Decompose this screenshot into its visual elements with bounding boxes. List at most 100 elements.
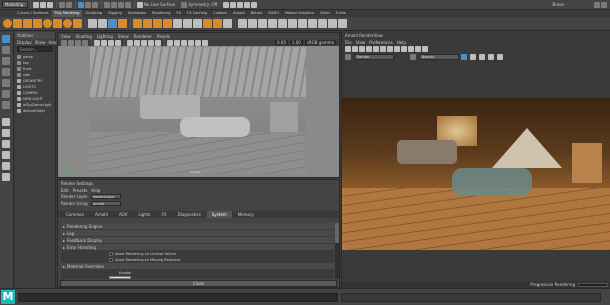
rs-tab-memory[interactable]: Memory: [233, 211, 259, 218]
aov-dropdown[interactable]: Beauty: [419, 54, 459, 60]
hypershade-layout-icon[interactable]: [2, 162, 10, 170]
film-gate-icon[interactable]: [101, 39, 107, 46]
viewport-menu-view[interactable]: View: [61, 34, 71, 39]
viewport-scene[interactable]: [90, 47, 306, 174]
poly-cone-icon[interactable]: [33, 19, 42, 28]
connect-icon[interactable]: [193, 19, 202, 28]
snap-plane-icon[interactable]: [125, 1, 131, 8]
exposure-value[interactable]: 0.00: [274, 40, 288, 45]
color-space-label[interactable]: sRGB gamma: [304, 40, 336, 45]
bridge-icon[interactable]: [143, 19, 152, 28]
user-label[interactable]: Brave: [552, 2, 564, 7]
snapshot-icon[interactable]: [373, 46, 379, 52]
render-image[interactable]: [342, 98, 610, 250]
poly-torus-icon[interactable]: [43, 19, 52, 28]
rv-menu-help[interactable]: Help: [397, 40, 406, 45]
grid-icon[interactable]: [94, 39, 100, 46]
redo-icon[interactable]: [66, 1, 72, 8]
new-scene-icon[interactable]: [33, 1, 39, 8]
rs-tab-lights[interactable]: Lights: [133, 211, 155, 218]
xray-icon[interactable]: [167, 39, 173, 46]
four-view-icon[interactable]: [2, 129, 10, 137]
depth-of-field-icon[interactable]: [202, 39, 208, 46]
lighting-icon[interactable]: [148, 39, 154, 46]
shelf-tab-fx[interactable]: FX: [174, 10, 185, 17]
smooth-icon[interactable]: [118, 19, 127, 28]
paint-select-icon[interactable]: [2, 57, 10, 65]
rs-tab-arnold[interactable]: Arnold: [90, 211, 113, 218]
lasso-tool-icon[interactable]: [2, 46, 10, 54]
rs-tab-aov[interactable]: AOV: [114, 211, 132, 218]
uv-editor-icon[interactable]: [238, 19, 247, 28]
rv-menu-view[interactable]: View: [356, 40, 366, 45]
stop-render-icon[interactable]: [359, 46, 365, 52]
live-surface-icon[interactable]: [137, 1, 143, 8]
lut-icon[interactable]: [408, 46, 414, 52]
display-settings-icon[interactable]: [401, 46, 407, 52]
poly-pipe-icon[interactable]: [73, 19, 82, 28]
mirror-icon[interactable]: [308, 19, 317, 28]
viewport-menu-lighting[interactable]: Lighting: [97, 34, 113, 39]
alpha-channel-icon[interactable]: [387, 46, 393, 52]
poly-disc-icon[interactable]: [63, 19, 72, 28]
poly-plane-icon[interactable]: [53, 19, 62, 28]
snap-point-icon[interactable]: [118, 1, 124, 8]
select-object-icon[interactable]: [85, 1, 91, 8]
shadows-icon[interactable]: [155, 39, 161, 46]
checkbox[interactable]: [109, 258, 113, 262]
shelf-tab-custom[interactable]: Custom: [210, 10, 230, 17]
persp-outliner-icon[interactable]: [2, 140, 10, 148]
fit-view-icon[interactable]: [461, 54, 467, 60]
debug-shading-icon[interactable]: [422, 46, 428, 52]
refresh-icon[interactable]: [366, 46, 372, 52]
rs-scrollbar[interactable]: [335, 223, 339, 279]
extrude-icon[interactable]: [133, 19, 142, 28]
rs-tab-fx[interactable]: FX: [157, 211, 172, 218]
select-component-icon[interactable]: [92, 1, 98, 8]
outliner-search[interactable]: Search...: [17, 46, 53, 52]
viewport-menu-renderer[interactable]: Renderer: [134, 34, 152, 39]
search-icon[interactable]: [594, 1, 600, 8]
camera-select-icon[interactable]: [61, 39, 67, 46]
outliner-item[interactable]: defaultObjec: [15, 108, 55, 114]
close-button[interactable]: Close: [60, 280, 337, 287]
gamma-value[interactable]: 1.00: [289, 40, 303, 45]
render-frame-icon[interactable]: [230, 1, 237, 8]
rv-menu-preferences[interactable]: Preferences: [369, 40, 393, 45]
separate-icon[interactable]: [98, 19, 107, 28]
shelf-tab-rendering[interactable]: Rendering: [149, 10, 173, 17]
render-icon[interactable]: [345, 46, 351, 52]
target-weld-icon[interactable]: [183, 19, 192, 28]
freeze-icon[interactable]: [318, 19, 327, 28]
bevel-icon[interactable]: [153, 19, 162, 28]
rotate-tool-icon[interactable]: [2, 79, 10, 87]
viewport-menu-show[interactable]: Show: [118, 34, 129, 39]
crop-region-icon[interactable]: [394, 46, 400, 52]
gate-mask-icon[interactable]: [115, 39, 121, 46]
open-scene-icon[interactable]: [40, 1, 46, 8]
shelf-tab-turtle[interactable]: Turtle: [333, 10, 349, 17]
anti-alias-icon[interactable]: [195, 39, 201, 46]
history-icon[interactable]: [223, 1, 230, 8]
select-hierarchy-icon[interactable]: [78, 1, 84, 8]
enable-slider[interactable]: [109, 276, 131, 279]
rs-menu-edit[interactable]: Edit: [61, 188, 69, 193]
multi-cut-icon[interactable]: [173, 19, 182, 28]
shelf-tab-motion-graphics[interactable]: Motion Graphics: [282, 10, 317, 17]
shelf-tab-poly-modeling[interactable]: Poly Modeling: [51, 10, 83, 17]
fill-hole-icon[interactable]: [223, 19, 232, 28]
single-view-icon[interactable]: [2, 118, 10, 126]
ipr-icon[interactable]: [352, 46, 358, 52]
rs-section-header[interactable]: ▸ Feedback Display: [61, 237, 334, 243]
view-transform-icon[interactable]: [497, 54, 503, 60]
delete-history-icon[interactable]: [338, 19, 347, 28]
wireframe-icon[interactable]: [127, 39, 133, 46]
shelf-tab-bifrost[interactable]: Bifrost: [248, 10, 266, 17]
render-using-dropdown[interactable]: Arnold: [90, 201, 121, 206]
render-layer-dropdown[interactable]: masterLayer: [90, 194, 121, 199]
gamma-icon[interactable]: [488, 54, 494, 60]
symmetry-icon[interactable]: [181, 1, 188, 8]
3d-manipulation-icon[interactable]: [415, 46, 421, 52]
persp-graph-icon[interactable]: [2, 151, 10, 159]
planar-map-icon[interactable]: [248, 19, 257, 28]
